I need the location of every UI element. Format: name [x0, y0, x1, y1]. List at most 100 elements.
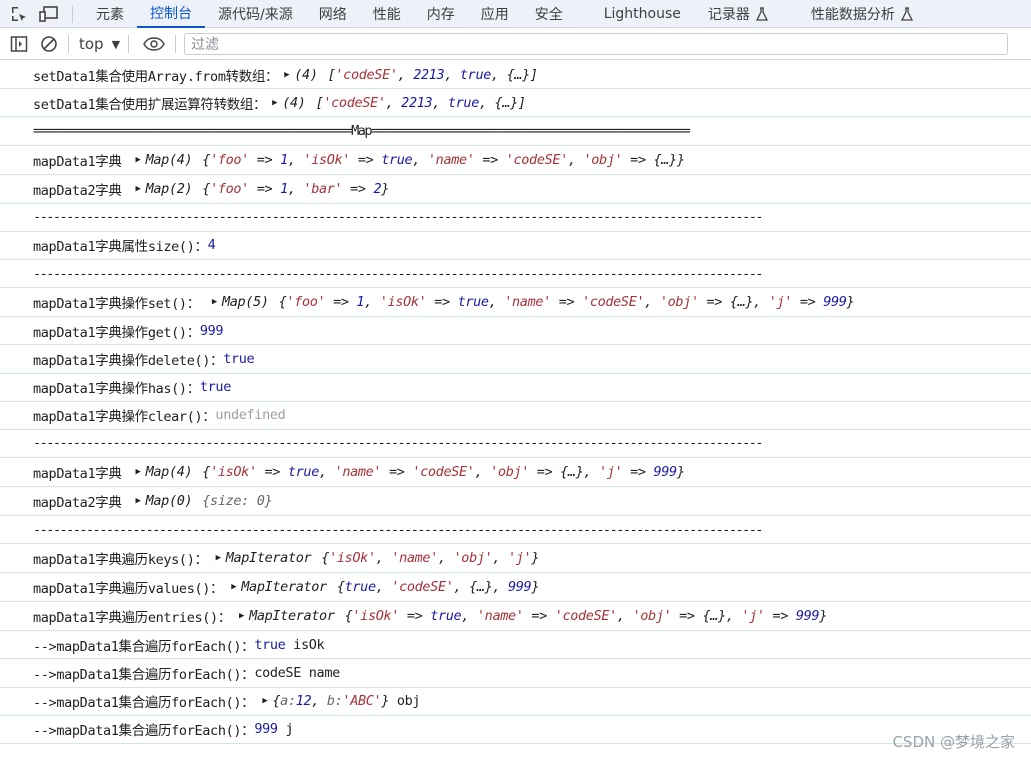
- iterator-type: MapIterator: [225, 550, 312, 567]
- console-message: mapData1字典操作get()： 999: [0, 317, 1031, 346]
- console-toolbar: top ▼ 过滤: [0, 29, 1031, 60]
- device-toolbar-icon[interactable]: [38, 3, 60, 25]
- filter-input[interactable]: 过滤: [184, 33, 1009, 55]
- array-item: 'codeSE': [323, 94, 386, 111]
- array-item: 2213: [413, 66, 445, 83]
- array-item: {…}: [506, 66, 531, 83]
- filter-placeholder: 过滤: [191, 37, 220, 53]
- separator-text: ----------------------------------------…: [33, 521, 764, 538]
- log-label: mapData1字典遍历entries()：: [33, 610, 231, 627]
- tab-console[interactable]: 控制台: [137, 0, 205, 28]
- console-message: setData1集合使用扩展运算符转数组： ▶ (4) ['codeSE', 2…: [0, 89, 1031, 118]
- log-label: -->mapData1集合遍历forEach()：: [33, 667, 255, 684]
- log-label: mapData1字典: [33, 466, 122, 483]
- console-message: setData1集合使用Array.from转数组： ▶ (4) ['codeS…: [0, 61, 1031, 90]
- object-key: a:: [280, 693, 296, 710]
- console-message: ========================================…: [0, 117, 1031, 146]
- sidebar-toggle-icon[interactable]: [8, 33, 30, 55]
- log-label: mapData2字典: [33, 495, 122, 512]
- toolbar-separator: [128, 35, 130, 53]
- map-type: Map(0): [145, 493, 193, 510]
- log-value: undefined: [215, 407, 286, 424]
- console-message: ----------------------------------------…: [0, 516, 1031, 545]
- map-type: Map(2): [145, 180, 193, 197]
- log-label: mapData1字典操作set()：: [33, 296, 200, 313]
- log-label: mapData1字典操作delete()：: [33, 352, 224, 369]
- dropdown-caret-icon: ▼: [111, 37, 121, 51]
- expand-triangle-icon[interactable]: ▶: [136, 496, 141, 506]
- log-value: true: [199, 379, 231, 396]
- expand-triangle-icon[interactable]: ▶: [216, 553, 221, 563]
- tab-network[interactable]: 网络: [306, 0, 360, 28]
- expand-triangle-icon[interactable]: ▶: [262, 696, 267, 706]
- log-value: j: [285, 721, 294, 738]
- console-message: mapData1字典 ▶ Map(4) {'foo' => 1, 'isOk' …: [0, 146, 1031, 175]
- console-message: ----------------------------------------…: [0, 204, 1031, 232]
- live-expression-eye-icon[interactable]: [143, 33, 165, 55]
- log-value: isOk: [293, 636, 325, 653]
- map-size: {size: 0}: [202, 493, 273, 510]
- separator-text: ========================================…: [33, 122, 691, 139]
- array-item: 2213: [401, 94, 433, 111]
- log-label: mapData1字典遍历values()：: [33, 581, 224, 598]
- console-message: -->mapData1集合遍历forEach()： ▶ {a: 12, b: '…: [0, 688, 1031, 716]
- tab-security[interactable]: 安全: [522, 0, 576, 28]
- log-label: mapData1字典操作clear()：: [33, 409, 216, 426]
- tab-application[interactable]: 应用: [468, 0, 522, 28]
- console-message: ----------------------------------------…: [0, 260, 1031, 289]
- tab-lighthouse[interactable]: Lighthouse: [576, 0, 695, 28]
- console-message: mapData2字典 ▶ Map(0) {size: 0}: [0, 487, 1031, 517]
- console-message: mapData1字典操作set()： ▶ Map(5) {'foo' => 1,…: [0, 288, 1031, 318]
- log-label: -->mapData1集合遍历forEach()：: [33, 638, 255, 655]
- toolbar-separator: [68, 35, 69, 53]
- log-label: setData1集合使用扩展运算符转数组：: [33, 96, 267, 113]
- array-item: true: [459, 66, 492, 83]
- iterator-type: MapIterator: [249, 608, 335, 625]
- tab-recorder[interactable]: 记录器: [695, 0, 781, 28]
- log-value: true: [223, 350, 255, 367]
- object-value: 12: [295, 693, 312, 710]
- expand-triangle-icon[interactable]: ▶: [136, 155, 141, 165]
- expand-triangle-icon[interactable]: ▶: [212, 297, 217, 307]
- array-length: (4): [282, 94, 306, 111]
- log-label: -->mapData1集合遍历forEach()：: [33, 723, 255, 740]
- expand-triangle-icon[interactable]: ▶: [231, 582, 236, 592]
- inspect-element-icon[interactable]: [8, 3, 30, 25]
- log-label: mapData2字典: [33, 182, 122, 199]
- tab-performance-insights-label: 性能数据分析: [810, 6, 895, 23]
- tab-separator: [72, 4, 73, 23]
- context-selector[interactable]: top ▼: [79, 35, 120, 53]
- console-message: -->mapData1集合遍历forEach()： true isOk: [0, 631, 1031, 660]
- object-value: 'ABC': [342, 693, 382, 710]
- tab-performance[interactable]: 性能: [360, 0, 414, 28]
- expand-triangle-icon[interactable]: ▶: [284, 70, 289, 80]
- log-label: mapData1字典操作get()：: [33, 324, 200, 341]
- tab-performance-insights[interactable]: 性能数据分析: [781, 0, 926, 28]
- tab-recorder-label: 记录器: [707, 6, 750, 23]
- expand-triangle-icon[interactable]: ▶: [136, 467, 141, 477]
- toolbar-separator: [175, 35, 177, 53]
- tab-elements[interactable]: 元素: [83, 0, 137, 28]
- log-value: codeSE: [254, 665, 301, 682]
- expand-triangle-icon[interactable]: ▶: [136, 184, 141, 194]
- expand-triangle-icon[interactable]: ▶: [272, 98, 277, 108]
- separator-text: ----------------------------------------…: [33, 265, 764, 282]
- array-item: true: [447, 94, 479, 111]
- watermark: CSDN @梦境之家: [892, 733, 1015, 751]
- clear-console-icon[interactable]: [38, 33, 60, 55]
- console-message: mapData1字典操作delete()： true: [0, 345, 1031, 374]
- console-message: mapData1字典 ▶ Map(4) {'isOk' => true, 'na…: [0, 458, 1031, 488]
- log-value: 4: [207, 237, 216, 254]
- separator-text: ----------------------------------------…: [33, 435, 764, 452]
- console-message: -->mapData1集合遍历forEach()： codeSE name: [0, 659, 1031, 688]
- array-length: (4): [294, 66, 318, 83]
- expand-triangle-icon[interactable]: ▶: [239, 611, 244, 621]
- flask-icon: [755, 6, 768, 21]
- array-item: {…}: [494, 94, 519, 111]
- console-output: setData1集合使用Array.from转数组： ▶ (4) ['codeS…: [0, 61, 1031, 760]
- devtools-tab-bar: 元素 控制台 源代码/来源 网络 性能 内存 应用 安全 Lighthouse …: [0, 0, 1031, 28]
- tab-memory[interactable]: 内存: [414, 0, 468, 28]
- array-item: 'codeSE': [335, 66, 398, 83]
- map-type: Map(5): [221, 294, 269, 311]
- tab-sources[interactable]: 源代码/来源: [205, 0, 306, 28]
